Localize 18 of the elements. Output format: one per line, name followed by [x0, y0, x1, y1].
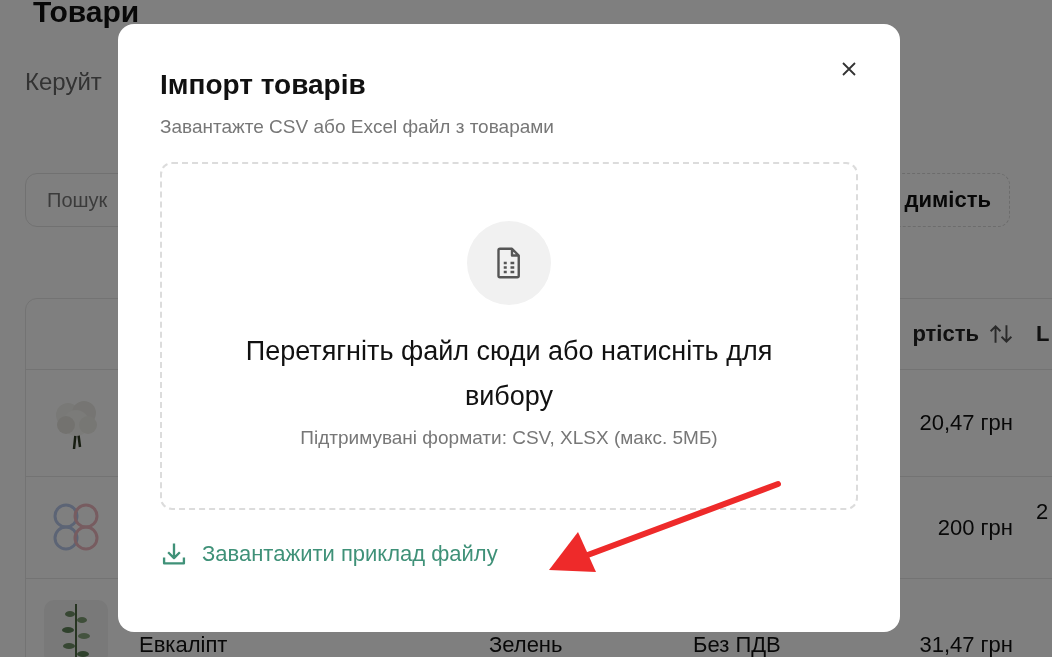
category-cell: Зелень: [489, 631, 563, 657]
price-cell: 200 грн: [937, 514, 1013, 540]
dialog-description: Завантажте CSV або Excel файл з товарами: [160, 116, 555, 138]
dialog-title: Імпорт товарів: [160, 68, 366, 102]
download-sample-link[interactable]: Завантажити приклад файлу: [160, 540, 498, 568]
page-subtitle: Керуйт: [25, 67, 102, 97]
price-cell: 31,47 грн: [919, 631, 1013, 657]
close-icon[interactable]: [841, 61, 857, 77]
column-header[interactable]: L: [1036, 321, 1050, 347]
sort-icon[interactable]: [989, 323, 1013, 345]
column-header[interactable]: ртість: [912, 321, 979, 347]
format-hint: Підтримувані формати: CSV, XLSX (макс. 5МБ): [300, 427, 718, 449]
vat-cell: Без ПДВ: [693, 631, 781, 657]
drop-prompt: Перетягніть файл сюди або натисніть для вибору: [244, 335, 774, 413]
drop-zone[interactable]: Перетягніть файл сюди або натисніть для вибору Підтримувані формати: CSV, XLSX (макс. 5МБ): [160, 162, 858, 510]
product-name: Евкаліпт: [139, 631, 228, 657]
table-cell: 2: [1036, 499, 1049, 524]
price-cell: 20,47 грн: [919, 410, 1013, 435]
